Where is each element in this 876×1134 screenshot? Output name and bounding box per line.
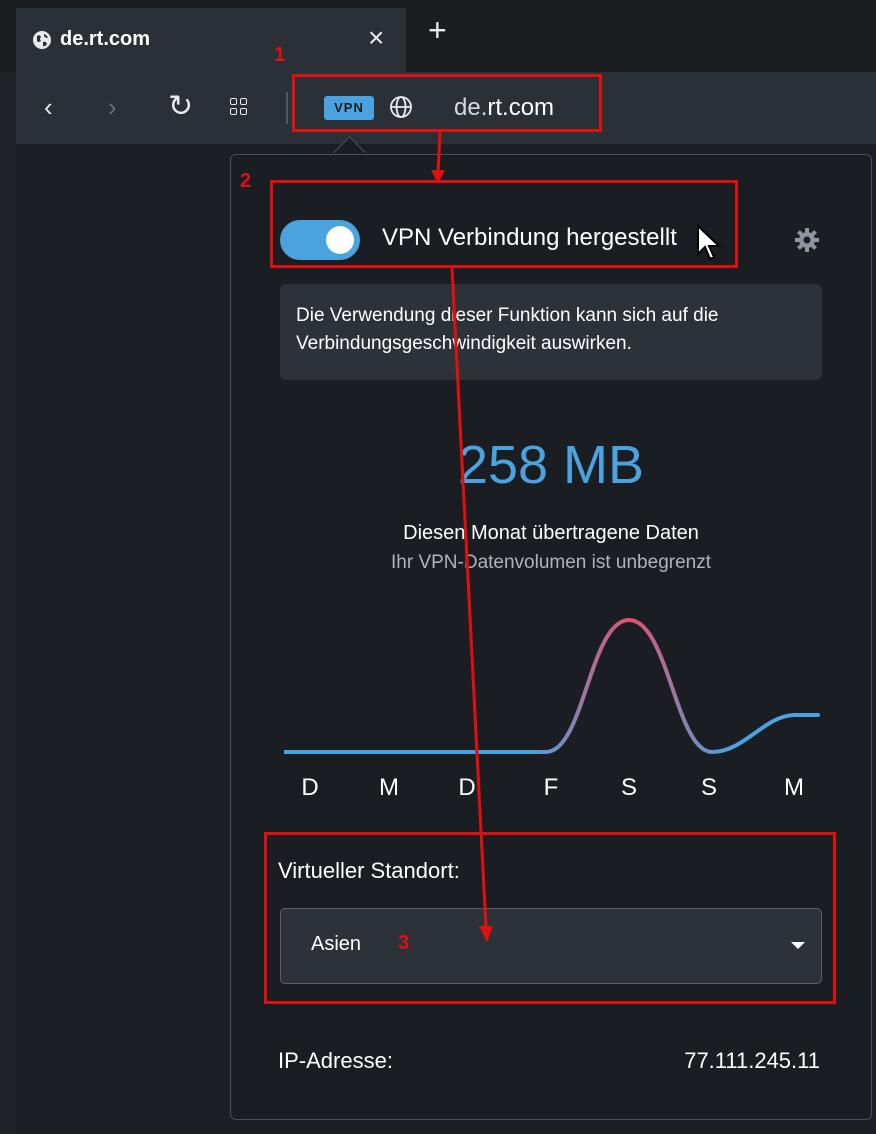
annotation-box-2 (270, 180, 738, 268)
unlimited-label: Ihr VPN-Datenvolumen ist unbegrenzt (391, 552, 711, 573)
plus-icon[interactable]: + (428, 14, 447, 46)
data-amount: 258 MB (457, 435, 645, 495)
annotation-number-2: 2 (240, 170, 252, 192)
day-label: D (301, 774, 319, 801)
day-label: S (700, 774, 717, 801)
reload-icon[interactable]: ↻ (168, 92, 193, 122)
back-icon[interactable]: ‹ (44, 94, 53, 120)
ip-address-label: IP-Adresse: (278, 1048, 393, 1073)
close-icon[interactable]: × (368, 24, 384, 52)
day-label: M (784, 774, 804, 801)
tab-strip: de.rt.com × + (0, 0, 876, 72)
day-label: F (543, 774, 559, 801)
browser-tab[interactable]: de.rt.com × (16, 8, 406, 72)
usage-chart (284, 617, 820, 755)
annotation-number-3: 3 (398, 932, 410, 954)
forward-icon[interactable]: › (108, 94, 117, 120)
gear-icon[interactable] (793, 226, 821, 254)
toolbar-divider (286, 92, 288, 124)
annotation-box-3 (264, 832, 836, 1004)
tab-title: de.rt.com (60, 28, 151, 50)
day-label: M (379, 774, 399, 801)
day-label: D (458, 774, 476, 801)
day-label: S (620, 774, 637, 801)
annotation-number-1: 1 (274, 44, 286, 66)
annotation-box-1 (292, 74, 602, 132)
grid-icon[interactable] (230, 98, 248, 116)
cursor-icon (697, 224, 722, 261)
usage-line (284, 617, 820, 755)
month-data-label: Diesen Monat übertragene Daten (403, 522, 699, 544)
speed-notice: Die Verwendung dieser Funktion kann sich… (280, 284, 822, 380)
ip-address-value: 77.111.245.11 (684, 1048, 820, 1073)
globe-icon (33, 31, 51, 49)
